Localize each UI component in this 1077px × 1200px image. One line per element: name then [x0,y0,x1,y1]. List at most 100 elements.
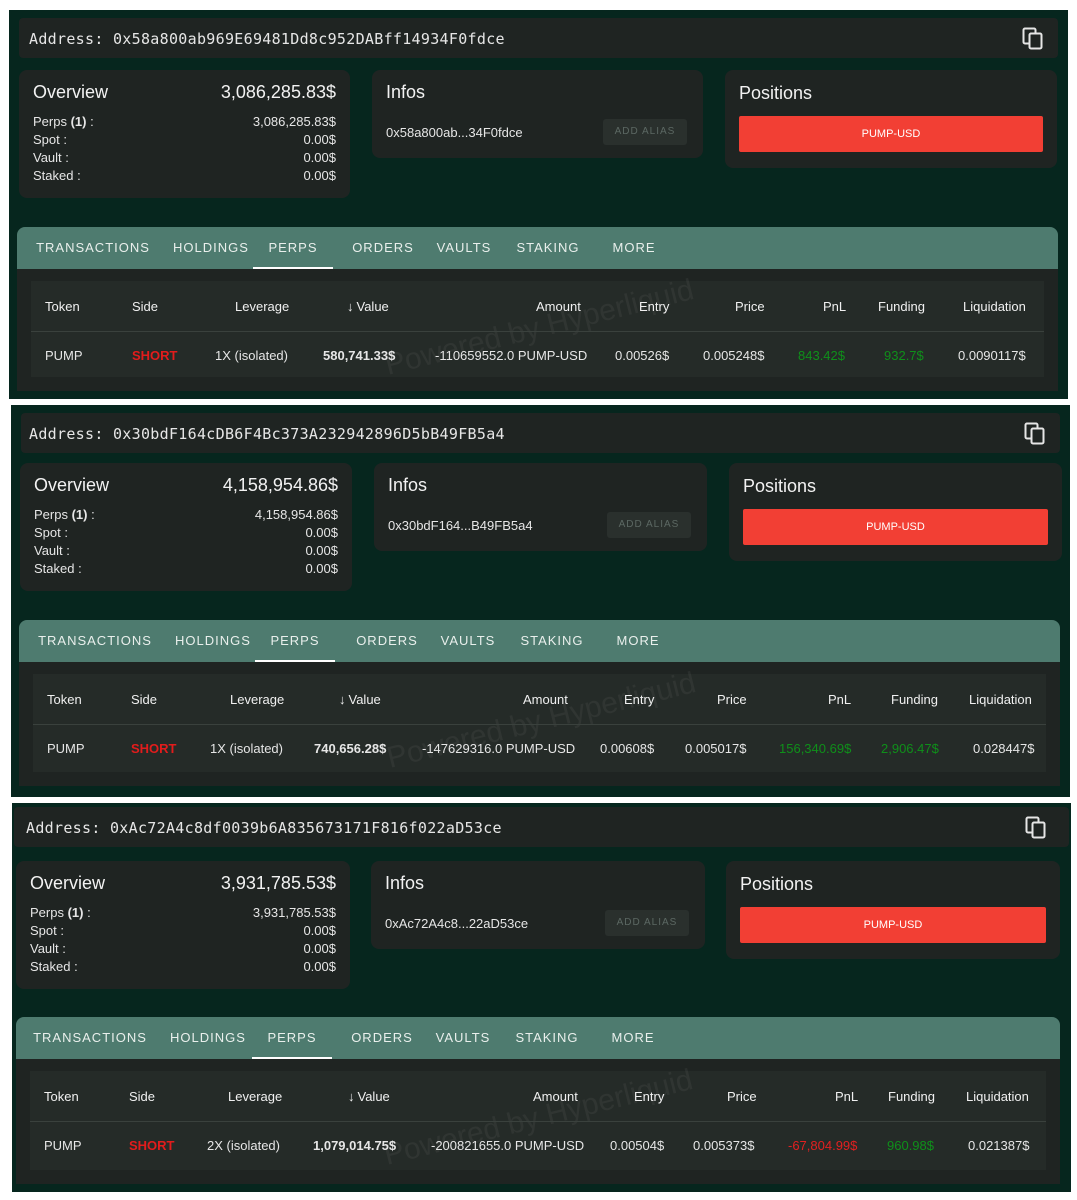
cell-token: PUMP [45,348,83,363]
col-entry: Entry [639,299,670,314]
col-entry: Entry [634,1089,665,1104]
copy-icon[interactable] [1025,816,1047,840]
cell-leverage: 2X (isolated) [207,1138,280,1153]
infos-card: Infos 0xAc72A4c8...22aD53ce ADD ALIAS [371,861,705,949]
tabs-bar: TRANSACTIONS HOLDINGS PERPS ORDERS VAULT… [16,1017,1060,1059]
watermark: Powered by Hyperliquid [380,1063,697,1172]
tab-orders[interactable]: ORDERS [351,620,423,662]
add-alias-button[interactable]: ADD ALIAS [607,512,691,538]
cell-liquidation: 0.021387$ [968,1138,1030,1153]
tab-staking[interactable]: STAKING [510,1017,584,1059]
cell-amount: -147629316.0 PUMP-USD [422,741,576,756]
infos-card: Infos 0x58a800ab...34F0fdce ADD ALIAS [372,70,703,158]
col-value[interactable]: ↓ Value [348,1089,390,1104]
col-token: Token [44,1089,79,1104]
cell-side: SHORT [132,348,178,363]
overview-perps-row: Perps (1) : 3,086,285.83$ [33,114,336,129]
col-funding: Funding [888,1089,935,1104]
positions-title: Positions [740,874,814,894]
cell-value: 580,741.33$ [323,348,396,363]
short-address: 0x58a800ab...34F0fdce [386,125,523,140]
col-liquidation: Liquidation [966,1089,1029,1104]
add-alias-button[interactable]: ADD ALIAS [605,910,689,936]
col-funding: Funding [878,299,925,314]
overview-staked-row: Staked :0.00$ [34,561,338,576]
tab-transactions[interactable]: TRANSACTIONS [35,620,155,662]
tab-transactions[interactable]: TRANSACTIONS [33,227,153,269]
col-value[interactable]: ↓ Value [339,692,381,707]
tab-orders[interactable]: ORDERS [347,227,419,269]
tab-transactions[interactable]: TRANSACTIONS [30,1017,150,1059]
positions-card: Positions PUMP-USD [725,70,1057,168]
tab-vaults[interactable]: VAULTS [435,620,501,662]
col-token: Token [47,692,82,707]
overview-title: Overview [34,475,110,495]
col-pnl: PnL [823,299,847,314]
tab-vaults[interactable]: VAULTS [431,227,497,269]
cell-funding: 2,906.47$ [881,741,939,756]
wallet-panel-1: Address: 0x58a800ab969E69481Dd8c952DABff… [9,10,1068,399]
col-amount: Amount [536,299,581,314]
cell-amount: -110659552.0 PUMP-USD [435,348,588,363]
address-bar: Address: 0xAc72A4c8df0039b6A835673171F81… [14,807,1069,847]
overview-total: 4,158,954.86$ [222,475,338,495]
watermark: Powered by Hyperliquid [381,273,698,382]
tab-holdings[interactable]: HOLDINGS [166,1017,250,1059]
add-alias-button[interactable]: ADD ALIAS [603,119,687,145]
tabs-bar: TRANSACTIONS HOLDINGS PERPS ORDERS VAULT… [17,227,1058,269]
perps-table: Powered by Hyperliquid Token Side Levera… [30,1063,1046,1172]
tab-perps[interactable]: PERPS [253,227,333,269]
infos-card: Infos 0x30bdF164...B49FB5a4 ADD ALIAS [374,463,707,551]
positions-card: Positions PUMP-USD [729,463,1062,561]
tab-more[interactable]: MORE [607,227,661,269]
perps-table: Powered by Hyperliquid Token Side Levera… [31,273,1044,382]
perps-table-container: Powered by Hyperliquid Token Side Levera… [16,1059,1060,1184]
overview-card: Overview 3,086,285.83$ Perps (1) : 3,086… [19,70,350,198]
cell-entry: 0.00504$ [610,1138,665,1153]
overview-spot-row: Spot :0.00$ [33,132,336,147]
col-leverage: Leverage [235,299,290,314]
col-value[interactable]: ↓ Value [347,299,389,314]
copy-icon[interactable] [1022,27,1044,51]
tab-staking[interactable]: STAKING [515,620,589,662]
overview-total: 3,086,285.83$ [220,82,336,102]
address-text: Address: 0x58a800ab969E69481Dd8c952DABff… [29,30,505,48]
address-bar: Address: 0x30bdF164cDB6F4Bc373A232942896… [21,413,1060,453]
cell-pnl: 156,340.69$ [779,741,852,756]
cell-price: 0.005248$ [703,348,765,363]
cell-entry: 0.00608$ [600,741,655,756]
col-entry: Entry [624,692,655,707]
tab-holdings[interactable]: HOLDINGS [169,227,253,269]
tab-staking[interactable]: STAKING [511,227,585,269]
tab-vaults[interactable]: VAULTS [430,1017,496,1059]
copy-icon[interactable] [1024,422,1046,446]
table-divider [31,331,1044,332]
address-text: Address: 0xAc72A4c8df0039b6A835673171F81… [26,819,502,837]
position-button[interactable]: PUMP-USD [739,116,1043,152]
tab-perps[interactable]: PERPS [252,1017,332,1059]
overview-perps-row: Perps (1) : 4,158,954.86$ [34,507,338,522]
positions-title: Positions [739,83,813,103]
tab-more[interactable]: MORE [606,1017,660,1059]
col-pnl: PnL [835,1089,859,1104]
overview-card: Overview 4,158,954.86$ Perps (1) : 4,158… [20,463,352,591]
tab-orders[interactable]: ORDERS [346,1017,418,1059]
tab-holdings[interactable]: HOLDINGS [171,620,255,662]
infos-title: Infos [386,82,426,102]
position-button[interactable]: PUMP-USD [743,509,1048,545]
position-button[interactable]: PUMP-USD [740,907,1046,943]
overview-vault-row: Vault :0.00$ [33,150,336,165]
overview-spot-row: Spot :0.00$ [34,525,338,540]
cell-pnl: 843.42$ [798,348,845,363]
cell-leverage: 1X (isolated) [210,741,283,756]
col-amount: Amount [523,692,568,707]
positions-title: Positions [743,476,817,496]
overview-card: Overview 3,931,785.53$ Perps (1) : 3,931… [16,861,350,989]
address-bar: Address: 0x58a800ab969E69481Dd8c952DABff… [19,18,1058,58]
cell-entry: 0.00526$ [615,348,670,363]
cell-funding: 932.7$ [884,348,924,363]
tab-perps[interactable]: PERPS [255,620,335,662]
tab-more[interactable]: MORE [611,620,665,662]
col-funding: Funding [891,692,938,707]
col-pnl: PnL [828,692,852,707]
